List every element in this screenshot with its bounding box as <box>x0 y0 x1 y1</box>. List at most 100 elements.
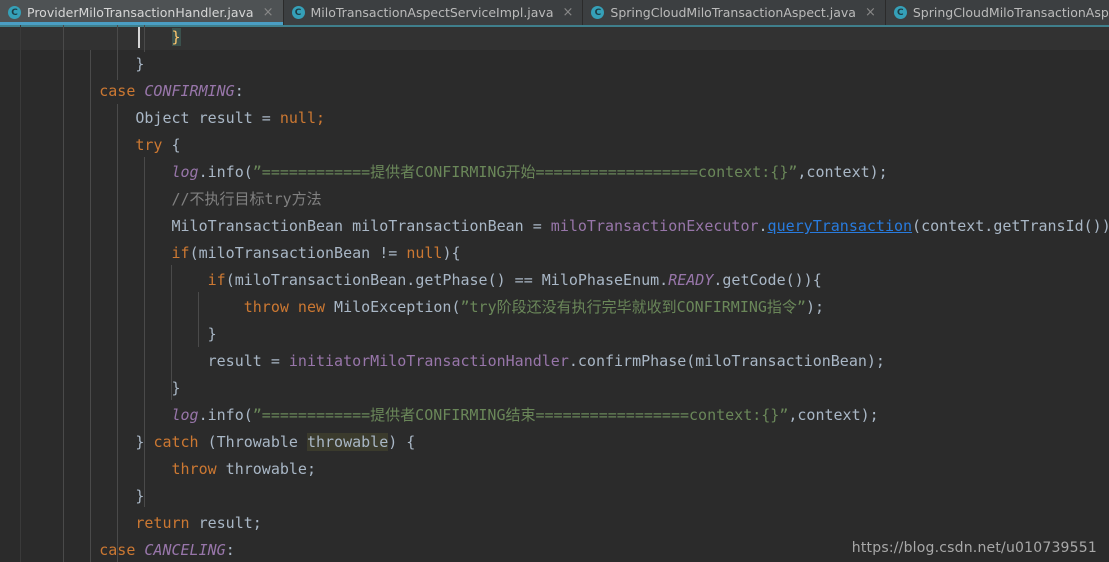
java-class-icon: C <box>8 6 21 19</box>
code-token: case <box>99 541 145 559</box>
code-token: MiloException( <box>325 298 461 316</box>
matched-brace: } <box>171 28 181 46</box>
code-token[interactable]: queryTransaction <box>768 217 913 235</box>
java-class-icon: C <box>893 6 907 19</box>
editor-tab-0[interactable]: C ProviderMiloTransactionHandler.java × <box>0 0 284 25</box>
editor-tab-2[interactable]: C SpringCloudMiloTransactionAspect.java × <box>583 0 886 25</box>
code-line[interactable]: log.info(”============提供者CONFIRMING结束===… <box>27 402 879 429</box>
code-line[interactable]: } <box>27 483 144 510</box>
code-line[interactable]: } <box>27 375 181 402</box>
code-line[interactable]: Object result = null; <box>27 105 325 132</box>
code-line[interactable]: log.info(”============提供者CONFIRMING开始===… <box>27 159 888 186</box>
code-token: ){ <box>442 244 461 262</box>
code-token: .info( <box>198 406 253 424</box>
code-token: (Throwable <box>198 433 307 451</box>
code-token: case <box>99 82 145 100</box>
code-token: CANCELING <box>144 541 226 559</box>
code-token: miloTransactionExecutor <box>550 217 759 235</box>
code-line[interactable]: case CONFIRMING: <box>27 78 244 105</box>
code-token: return <box>135 514 190 532</box>
editor-tab-label: MiloTransactionAspectServiceImpl.java <box>310 5 554 20</box>
code-token: throw new <box>243 298 326 316</box>
code-token: ”============提供者CONFIRMING结束============… <box>252 406 789 424</box>
code-token: } <box>27 379 181 397</box>
code-token: catch <box>153 433 199 451</box>
code-line[interactable]: if(miloTransactionBean.getPhase() == Mil… <box>27 267 822 294</box>
code-token: result = <box>27 352 289 370</box>
code-token: .getCode()){ <box>713 271 822 289</box>
code-token: : <box>234 82 244 100</box>
code-token: ; <box>316 109 326 127</box>
gutter-separator <box>20 25 21 562</box>
code-token: (miloTransactionBean.getPhase() == MiloP… <box>225 271 669 289</box>
code-line[interactable]: result = initiatorMiloTransactionHandler… <box>27 348 885 375</box>
editor-tab-label: SpringCloudMiloTransactionAspectHandler.… <box>912 5 1109 20</box>
java-class-icon: C <box>591 6 605 19</box>
java-class-icon: C <box>291 6 305 19</box>
code-line[interactable]: MiloTransactionBean miloTransactionBean … <box>27 213 1109 240</box>
code-line[interactable]: if(miloTransactionBean != null){ <box>27 240 461 267</box>
code-token: .info( <box>198 163 253 181</box>
close-icon[interactable]: × <box>263 6 274 19</box>
code-token: READY <box>668 271 714 289</box>
code-token: throwable; <box>216 460 316 478</box>
code-token: CONFIRMING <box>144 82 235 100</box>
code-line[interactable]: case CANCELING: <box>27 537 235 562</box>
code-line[interactable]: return result; <box>27 510 261 537</box>
code-token: (miloTransactionBean != <box>189 244 407 262</box>
code-line[interactable]: throw throwable; <box>27 456 317 483</box>
code-token: ,context); <box>788 406 879 424</box>
code-token: : <box>225 541 235 559</box>
code-token: . <box>758 217 768 235</box>
code-token: (context.getTransId()); <box>912 217 1109 235</box>
editor-tab-label: SpringCloudMiloTransactionAspect.java <box>610 5 856 20</box>
editor-tab-bar: C ProviderMiloTransactionHandler.java × C Mi… <box>0 0 1109 25</box>
code-token: //不执行目标try方法 <box>171 190 322 208</box>
code-line[interactable]: } <box>27 321 217 348</box>
code-token: null <box>406 244 443 262</box>
code-token: } <box>27 487 145 505</box>
code-line[interactable]: try { <box>27 132 180 159</box>
editor-tab-3[interactable]: C SpringCloudMiloTransactionAspectHandler… <box>885 0 1109 25</box>
code-token: null <box>279 109 316 127</box>
watermark-url: https://blog.csdn.net/u010739551 <box>851 540 1097 556</box>
code-token: ); <box>805 298 825 316</box>
code-token: ”============提供者CONFIRMING开始============… <box>252 163 798 181</box>
code-token: .confirmPhase(miloTransactionBean); <box>568 352 885 370</box>
code-line[interactable]: } <box>27 25 181 51</box>
close-icon[interactable]: × <box>562 6 573 19</box>
editor-tab-label: ProviderMiloTransactionHandler.java <box>27 5 254 20</box>
code-line[interactable]: } <box>27 51 144 78</box>
code-line[interactable]: } catch (Throwable throwable) { <box>27 429 415 456</box>
text-caret <box>138 27 140 48</box>
code-line[interactable]: throw new MiloException(”try阶段还没有执行完毕就收到… <box>27 294 824 321</box>
close-icon[interactable]: × <box>865 6 876 19</box>
code-token: throwable <box>306 433 389 451</box>
code-line[interactable]: //不执行目标try方法 <box>27 186 322 213</box>
code-token: } <box>27 433 154 451</box>
code-token: try <box>135 136 163 154</box>
code-token: } <box>27 55 145 73</box>
code-token: if <box>171 244 190 262</box>
code-token: throw <box>171 460 217 478</box>
code-token: log <box>171 406 199 424</box>
code-token: MiloTransactionBean miloTransactionBean … <box>27 217 551 235</box>
editor-tab-1[interactable]: C MiloTransactionAspectServiceImpl.java × <box>283 0 584 25</box>
code-editor[interactable]: } } case CONFIRMING: Object result = nul… <box>0 25 1109 562</box>
code-token: ”try阶段还没有执行完毕就收到CONFIRMING指令” <box>460 298 806 316</box>
code-token: if <box>207 271 226 289</box>
code-token: log <box>171 163 199 181</box>
code-token: ) { <box>388 433 416 451</box>
